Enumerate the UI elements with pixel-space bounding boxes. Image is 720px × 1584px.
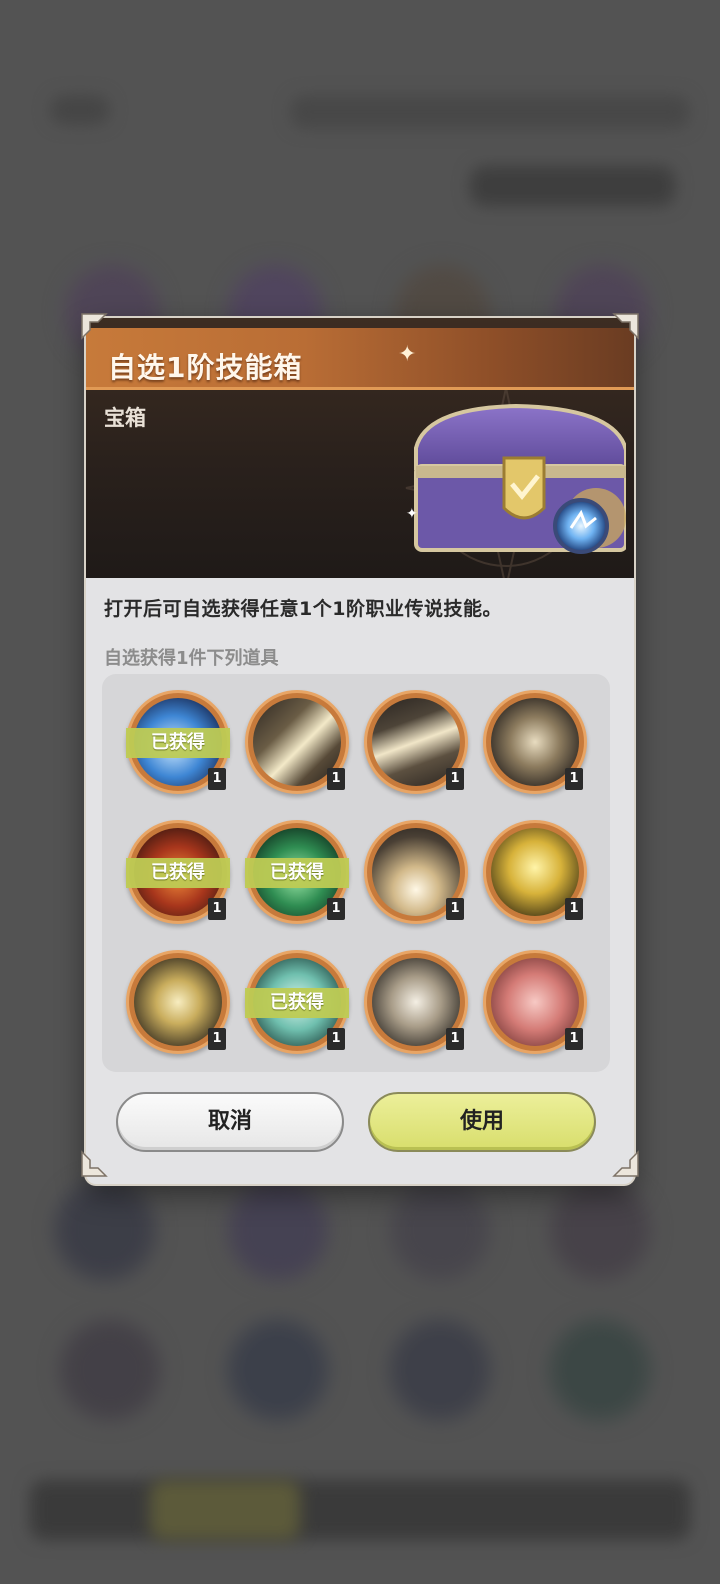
item-quantity: 1 bbox=[565, 1028, 583, 1050]
skill-option[interactable]: 1 bbox=[126, 950, 230, 1054]
skill-option[interactable]: 1 bbox=[364, 820, 468, 924]
item-quantity: 1 bbox=[327, 898, 345, 920]
item-quantity: 1 bbox=[208, 768, 226, 790]
owned-badge: 已获得 bbox=[245, 858, 349, 888]
item-quantity: 1 bbox=[565, 768, 583, 790]
use-button[interactable]: 使用 bbox=[368, 1092, 596, 1152]
treasure-chest-icon: ✦ bbox=[406, 403, 626, 554]
owned-badge: 已获得 bbox=[126, 858, 230, 888]
sparkle-icon: ✦ bbox=[398, 342, 417, 367]
cancel-button[interactable]: 取消 bbox=[116, 1092, 344, 1152]
skill-selection-grid: 已获得 1 1 1 1 已获得 1 已获得 1 1 1 1 已获得 1 1 1 bbox=[102, 674, 610, 1072]
dialog-title: 自选1阶技能箱 bbox=[108, 351, 303, 384]
corner-ornament-icon bbox=[612, 313, 639, 340]
corner-ornament-icon bbox=[81, 313, 108, 340]
skill-option[interactable]: 已获得 1 bbox=[245, 820, 349, 924]
item-description: 打开后可自选获得任意1个1阶职业传说技能。 bbox=[104, 598, 502, 620]
item-quantity: 1 bbox=[327, 1028, 345, 1050]
item-quantity: 1 bbox=[208, 1028, 226, 1050]
item-quantity: 1 bbox=[565, 898, 583, 920]
skill-option[interactable]: 1 bbox=[483, 820, 587, 924]
item-quantity: 1 bbox=[327, 768, 345, 790]
skill-option[interactable]: 已获得 1 bbox=[245, 950, 349, 1054]
svg-text:✦: ✦ bbox=[406, 506, 418, 522]
item-detail-dialog: 自选1阶技能箱 ✦ 宝箱 ✦ 打开后可自选获得任意1个1阶职业传说技能。 自选获… bbox=[86, 318, 634, 1184]
dialog-header: 自选1阶技能箱 ✦ 宝箱 ✦ bbox=[86, 318, 634, 578]
corner-ornament-icon bbox=[612, 1150, 639, 1177]
skill-option[interactable]: 已获得 1 bbox=[126, 820, 230, 924]
item-type-label: 宝箱 bbox=[104, 406, 146, 430]
skill-option[interactable]: 1 bbox=[483, 690, 587, 794]
skill-option[interactable]: 1 bbox=[245, 690, 349, 794]
skill-option[interactable]: 1 bbox=[483, 950, 587, 1054]
item-quantity: 1 bbox=[446, 768, 464, 790]
title-band: 自选1阶技能箱 ✦ bbox=[86, 328, 634, 390]
skill-option[interactable]: 1 bbox=[364, 950, 468, 1054]
skill-option[interactable]: 已获得 1 bbox=[126, 690, 230, 794]
item-quantity: 1 bbox=[446, 898, 464, 920]
item-quantity: 1 bbox=[208, 898, 226, 920]
selection-list-title: 自选获得1件下列道具 bbox=[104, 648, 279, 669]
corner-ornament-icon bbox=[81, 1150, 108, 1177]
owned-badge: 已获得 bbox=[126, 728, 230, 758]
owned-badge: 已获得 bbox=[245, 988, 349, 1018]
skill-option[interactable]: 1 bbox=[364, 690, 468, 794]
item-quantity: 1 bbox=[446, 1028, 464, 1050]
